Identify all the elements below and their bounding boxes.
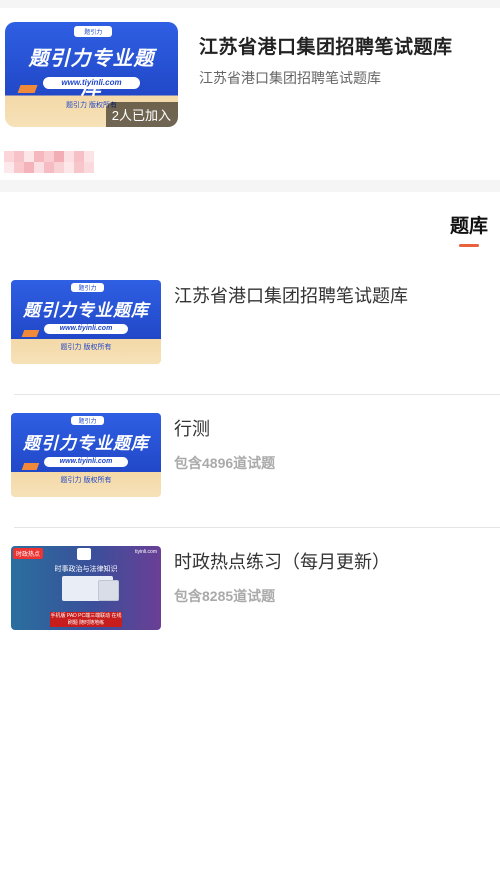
cover-headline: 时事政治与法律知识 [54, 566, 118, 574]
cover-tablet-icon [98, 579, 119, 602]
cover-flag-icon [17, 85, 38, 94]
cover-copyright: 题引力 版权所有 [60, 344, 112, 352]
item-thumbnail: 时政热点 tiyinli.com 时事政治与法律知识 手机版 PAD PC端三端… [11, 546, 161, 630]
cover-copyright: 题引力 版权所有 [60, 477, 112, 485]
list-item[interactable]: 时政热点 tiyinli.com 时事政治与法律知识 手机版 PAD PC端三端… [0, 528, 500, 661]
item-count: 包含8285道试题 [174, 588, 276, 604]
cover-url: www.tiyinli.com [43, 76, 140, 90]
cover-flag-icon [21, 330, 40, 338]
item-title: 江苏省港口集团招聘笔试题库 [174, 286, 408, 306]
bank-header: 题引力 题引力专业题库 www.tiyinli.com 题引力 版权所有 2人已… [0, 8, 500, 180]
cover-logo-icon [77, 548, 91, 560]
bank-subtitle: 江苏省港口集团招聘笔试题库 [199, 70, 381, 86]
item-count: 包含4896道试题 [174, 455, 276, 471]
cover-main-text: 题引力专业题库 [28, 47, 155, 99]
blurred-text [4, 151, 94, 173]
bank-cover-image[interactable]: 题引力 题引力专业题库 www.tiyinli.com 题引力 版权所有 2人已… [5, 22, 178, 127]
cover-url: www.tiyinli.com [44, 323, 128, 334]
cover-tag: 时政热点 [13, 548, 44, 559]
tab-active-indicator [458, 244, 479, 247]
cover-url: www.tiyinli.com [44, 456, 128, 467]
tab-label: 题库 [449, 216, 488, 237]
cover-art: 题引力 题引力专业题库 www.tiyinli.com 题引力 版权所有 [11, 413, 161, 497]
item-thumbnail: 题引力 题引力专业题库 www.tiyinli.com 题引力 版权所有 [11, 413, 161, 497]
question-bank-list: 题引力 题引力专业题库 www.tiyinli.com 题引力 版权所有 江苏省… [0, 262, 500, 661]
item-thumbnail: 题引力 题引力专业题库 www.tiyinli.com 题引力 版权所有 [11, 280, 161, 364]
cover-banner: 手机版 PAD PC端三端联动 在线刷题 随时随地练 [50, 611, 122, 627]
item-title: 时政热点练习（每月更新） [174, 552, 390, 572]
cover-site: tiyinli.com [135, 549, 157, 555]
cover-pill: 题引力 [71, 416, 104, 425]
cover-art: 题引力 题引力专业题库 www.tiyinli.com 题引力 版权所有 [11, 280, 161, 364]
list-item[interactable]: 题引力 题引力专业题库 www.tiyinli.com 题引力 版权所有 江苏省… [0, 262, 500, 395]
cover-pill: 题引力 [71, 283, 104, 292]
tab-question-bank[interactable]: 题库 [450, 211, 488, 247]
joined-count-badge: 2人已加入 [105, 102, 178, 127]
cover-art: 时政热点 tiyinli.com 时事政治与法律知识 手机版 PAD PC端三端… [11, 546, 161, 630]
cover-flag-icon [21, 463, 40, 471]
section-divider [0, 180, 500, 192]
top-strip [0, 0, 500, 8]
bank-title: 江苏省港口集团招聘笔试题库 [199, 37, 453, 58]
cover-main-text: 题引力专业题库 [23, 300, 149, 320]
cover-main-text: 题引力专业题库 [23, 433, 149, 453]
cover-pill: 题引力 [74, 26, 113, 37]
list-item[interactable]: 题引力 题引力专业题库 www.tiyinli.com 题引力 版权所有 行测 … [0, 395, 500, 528]
item-title: 行测 [174, 419, 210, 439]
